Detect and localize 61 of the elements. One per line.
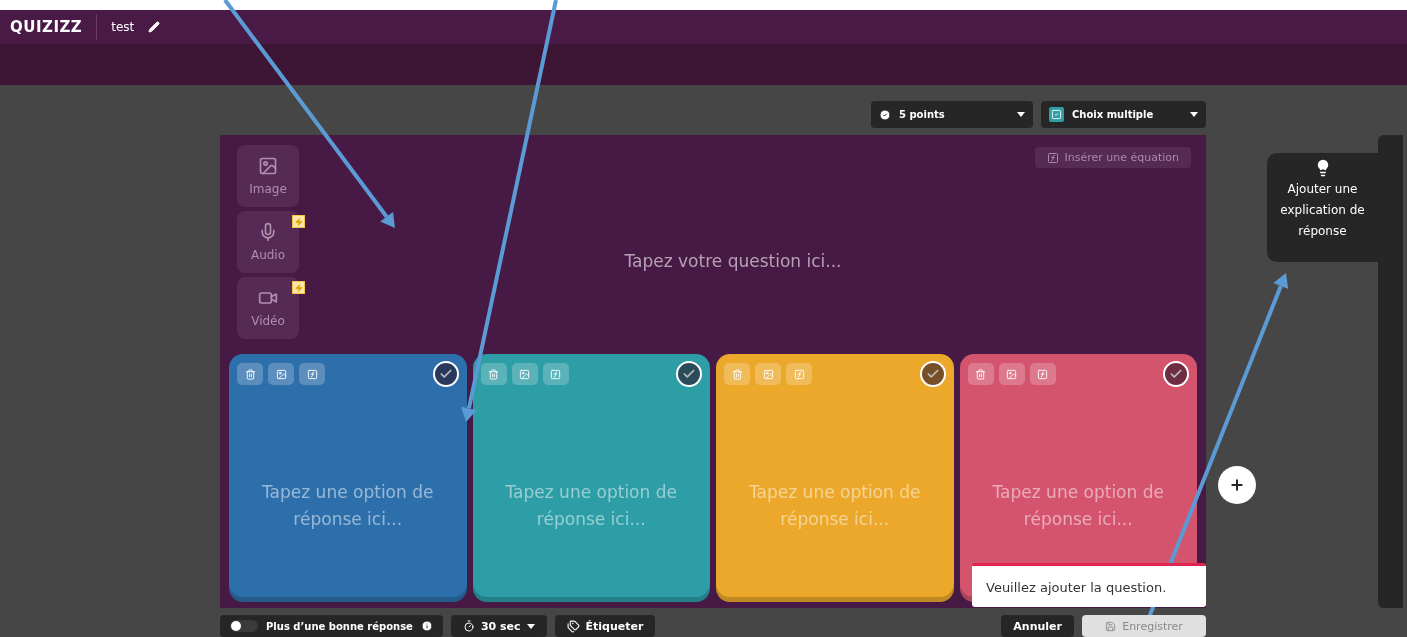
correct-answer-toggle[interactable]	[919, 361, 946, 387]
save-icon	[1105, 620, 1117, 632]
equation-button[interactable]	[299, 363, 325, 385]
caret-icon	[526, 623, 535, 629]
trash-icon	[975, 368, 986, 380]
check-circle-icon	[879, 108, 891, 121]
function-icon	[550, 368, 561, 380]
toggle-label: Plus d’une bonne réponse	[266, 620, 413, 632]
question-type-dropdown[interactable]: Choix multiple	[1041, 101, 1206, 128]
function-icon	[1037, 368, 1048, 380]
trash-icon	[244, 368, 256, 380]
equation-button[interactable]	[1029, 363, 1056, 385]
correct-answer-toggle[interactable]	[432, 361, 459, 387]
timer-icon	[462, 620, 475, 632]
explanation-button[interactable]: Ajouter une explication de réponse	[1267, 153, 1378, 262]
check-icon	[438, 367, 453, 381]
media-button[interactable]: Image	[237, 145, 299, 207]
delete-button[interactable]	[237, 363, 263, 385]
trash-icon	[731, 368, 743, 380]
trash-icon	[488, 368, 499, 380]
points-dropdown[interactable]: 5 points	[871, 101, 1033, 128]
image-button[interactable]	[998, 363, 1025, 385]
timer-dropdown[interactable]: 30 sec	[450, 615, 547, 637]
image-icon	[1006, 368, 1017, 380]
function-icon	[1047, 151, 1060, 164]
correct-answer-toggle[interactable]	[676, 361, 702, 387]
image-icon	[275, 368, 287, 380]
check-icon	[925, 367, 940, 381]
caret-icon	[1190, 112, 1198, 117]
image-icon	[519, 368, 530, 380]
check-icon	[1169, 367, 1183, 381]
image-button[interactable]	[511, 363, 538, 385]
delete-button[interactable]	[480, 363, 507, 385]
edit-icon[interactable]	[148, 21, 161, 33]
caret-icon	[1017, 112, 1025, 117]
info-icon	[420, 620, 433, 632]
function-icon	[793, 368, 805, 380]
plus-icon	[1228, 477, 1245, 493]
equation-button[interactable]: Insérer une équation	[1035, 147, 1191, 168]
add-option-button[interactable]	[1217, 466, 1256, 504]
media-button[interactable]: Vidéo	[237, 277, 299, 339]
audio-icon	[258, 222, 278, 242]
quiz-title: test	[111, 20, 135, 34]
validation-toast: Veuillez ajouter la question.	[972, 563, 1206, 607]
tag-button[interactable]: Étiqueter	[554, 615, 656, 637]
image-button[interactable]	[268, 363, 294, 385]
delete-button[interactable]	[967, 363, 994, 385]
correct-answer-toggle[interactable]	[1163, 361, 1189, 387]
image-icon	[258, 156, 278, 176]
question-input[interactable]: Tapez votre question ici...	[309, 168, 1197, 354]
media-button[interactable]: Audio	[237, 211, 299, 273]
equation-button[interactable]	[542, 363, 569, 385]
cancel-button[interactable]: Annuler	[1001, 615, 1074, 637]
checkbox-icon	[1049, 107, 1064, 122]
image-icon	[762, 368, 774, 380]
tags-icon	[566, 619, 580, 633]
toggle-switch[interactable]	[230, 620, 258, 632]
app-logo[interactable]: QUIZIZZ	[10, 14, 98, 40]
function-icon	[306, 368, 318, 380]
multiple-answers-toggle[interactable]: Plus d’une bonne réponse	[220, 615, 443, 637]
check-icon	[682, 367, 696, 381]
